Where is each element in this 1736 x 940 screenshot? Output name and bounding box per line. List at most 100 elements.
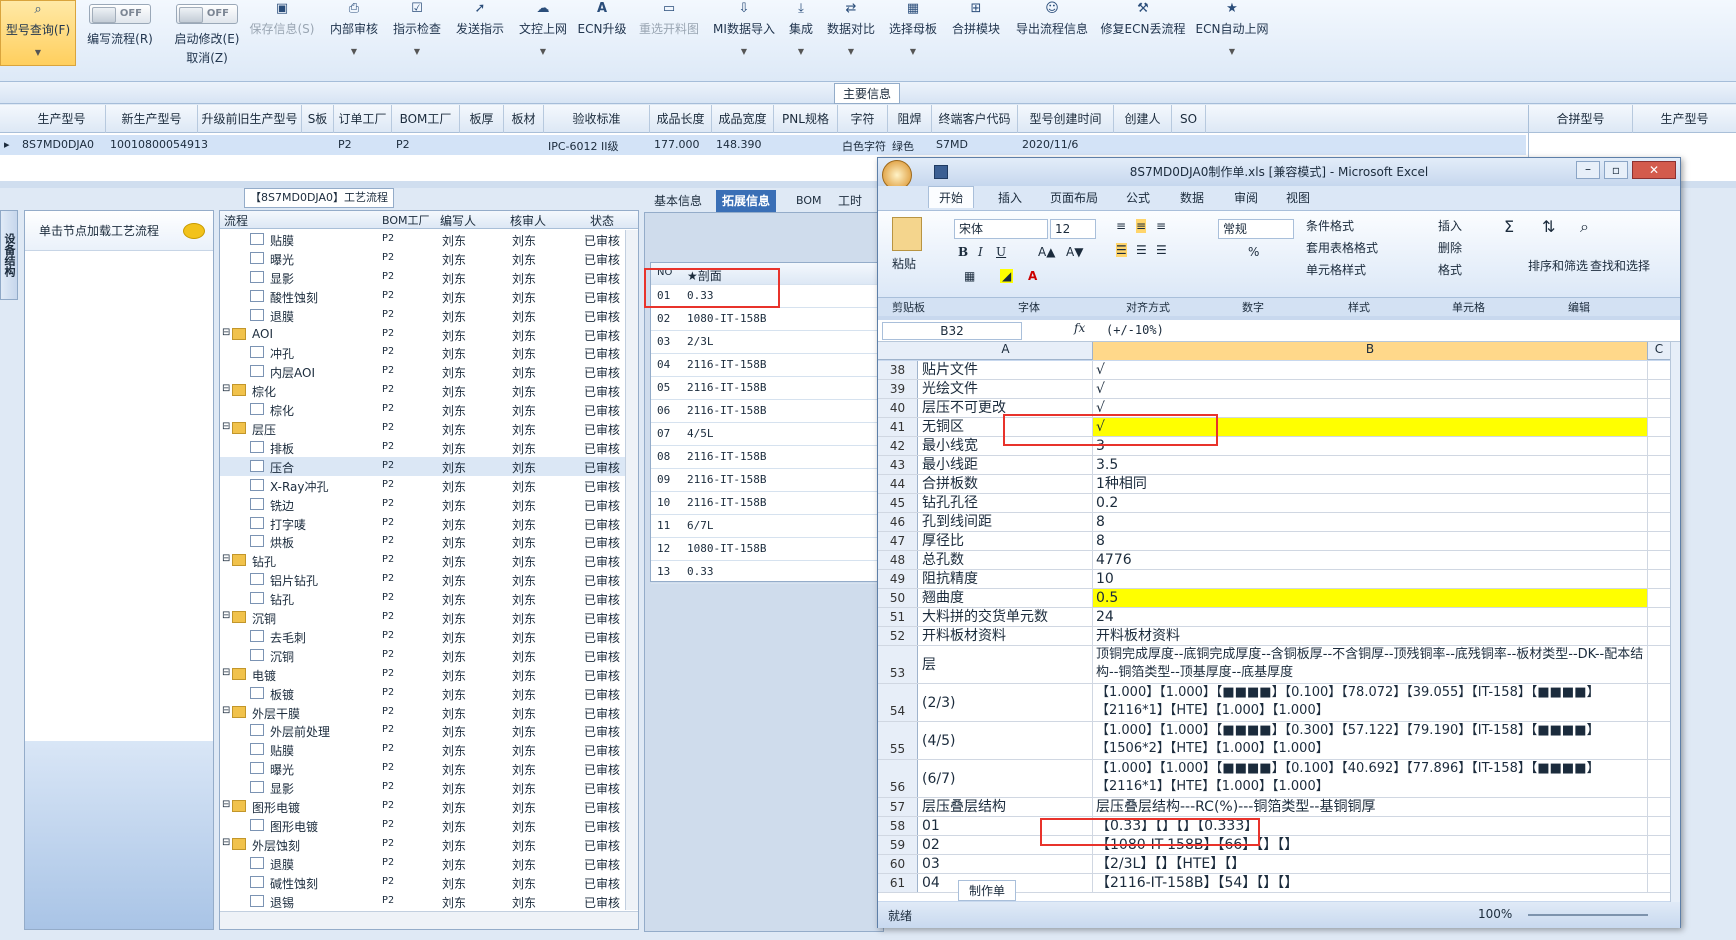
collapse-icon[interactable]: ⊟ bbox=[222, 421, 230, 432]
insert-cells-button[interactable]: 插入 bbox=[1438, 217, 1462, 234]
paste-icon[interactable] bbox=[892, 217, 922, 251]
tree-row[interactable]: ⊟ 钻孔 P2 刘东 刘东 已审核 bbox=[220, 551, 638, 570]
tree-row[interactable]: 曝光 P2 刘东 刘东 已审核 bbox=[220, 249, 638, 268]
cell-b[interactable]: 3 bbox=[1093, 437, 1648, 455]
number-format-select[interactable]: 常规 bbox=[1218, 219, 1294, 239]
row-number[interactable]: 60 bbox=[878, 855, 918, 873]
grid-header-16[interactable]: 创建人 bbox=[1114, 105, 1172, 133]
cell-b[interactable]: 24 bbox=[1093, 608, 1648, 626]
tree-row[interactable]: 退膜 P2 刘东 刘东 已审核 bbox=[220, 854, 638, 873]
cell-b[interactable]: 【1.000】【1.000】【■■■■】【0.100】【78.072】【39.0… bbox=[1093, 684, 1648, 721]
paste-button[interactable]: 粘贴 bbox=[892, 255, 916, 272]
column-header-a[interactable]: A bbox=[919, 342, 1093, 360]
row-number[interactable]: 42 bbox=[878, 437, 918, 455]
send-instruction-button[interactable]: ➚ 发送指示 bbox=[454, 0, 506, 66]
row-number[interactable]: 53 bbox=[878, 646, 918, 683]
row-number[interactable]: 39 bbox=[878, 380, 918, 398]
cell-a[interactable]: 总孔数 bbox=[919, 551, 1093, 569]
grid-header-5[interactable]: BOM工厂 bbox=[392, 105, 460, 133]
row-number[interactable]: 57 bbox=[878, 798, 918, 816]
tree-row[interactable]: ⊟ 层压 P2 刘东 刘东 已审核 bbox=[220, 419, 638, 438]
sort-filter-button[interactable]: 排序和筛选 bbox=[1528, 257, 1588, 274]
tree-scrollbar[interactable] bbox=[625, 230, 638, 910]
grid-header-4[interactable]: 订单工厂 bbox=[334, 105, 392, 133]
instruction-check-button[interactable]: ☑ 指示检查 ▼ bbox=[391, 0, 443, 66]
font-grow-button[interactable]: A▲ bbox=[1038, 245, 1055, 259]
tree-row[interactable]: 贴膜 P2 刘东 刘东 已审核 bbox=[220, 740, 638, 759]
cell-b[interactable]: 10 bbox=[1093, 570, 1648, 588]
row-number[interactable]: 58 bbox=[878, 817, 918, 835]
tree-row[interactable]: 打字唛 P2 刘东 刘东 已审核 bbox=[220, 514, 638, 533]
tree-row[interactable]: ⊟ 图形电镀 P2 刘东 刘东 已审核 bbox=[220, 797, 638, 816]
tree-row[interactable]: 贴膜 P2 刘东 刘东 已审核 bbox=[220, 230, 638, 249]
cell-a[interactable]: 03 bbox=[919, 855, 1093, 873]
row-number[interactable]: 47 bbox=[878, 532, 918, 550]
export-flow-button[interactable]: ☺ 导出流程信息 bbox=[1014, 0, 1090, 66]
cell-a[interactable]: (2/3) bbox=[919, 684, 1093, 721]
cell-a[interactable]: 贴片文件 bbox=[919, 361, 1093, 379]
format-cells-button[interactable]: 格式 bbox=[1438, 261, 1462, 278]
grid-header-17[interactable]: SO bbox=[1172, 105, 1206, 133]
minimize-icon[interactable]: – bbox=[1576, 161, 1600, 179]
cell-a[interactable]: 光绘文件 bbox=[919, 380, 1093, 398]
tree-row[interactable]: 显影 P2 刘东 刘东 已审核 bbox=[220, 268, 638, 287]
grid-header-10[interactable]: 成品宽度 bbox=[712, 105, 774, 133]
cell-b[interactable]: 8 bbox=[1093, 513, 1648, 531]
fx-icon[interactable]: fx bbox=[1074, 321, 1085, 335]
grid-cell-12[interactable]: 白色字符 bbox=[842, 138, 886, 154]
tree-row[interactable]: ⊟ 棕化 P2 刘东 刘东 已审核 bbox=[220, 381, 638, 400]
name-box[interactable]: B32 bbox=[882, 322, 1022, 340]
cell-b[interactable]: 0.2 bbox=[1093, 494, 1648, 512]
cell-b[interactable]: 【1.000】【1.000】【■■■■】【0.300】【57.122】【79.1… bbox=[1093, 722, 1648, 759]
maximize-icon[interactable]: ▫ bbox=[1604, 161, 1628, 179]
grid-header-9[interactable]: 成品长度 bbox=[650, 105, 712, 133]
cell-b[interactable]: 4776 bbox=[1093, 551, 1648, 569]
tree-hscrollbar[interactable] bbox=[220, 911, 638, 929]
fix-ecn-flow-button[interactable]: ⚒ 修复ECN丢流程 bbox=[1100, 0, 1186, 66]
row-number[interactable]: 48 bbox=[878, 551, 918, 569]
tree-row[interactable]: 棕化 P2 刘东 刘东 已审核 bbox=[220, 400, 638, 419]
sheet-scrollbar[interactable] bbox=[1670, 342, 1680, 902]
mi-import-button[interactable]: ⇩ MI数据导入 ▼ bbox=[712, 0, 776, 66]
cell-a[interactable]: 合拼板数 bbox=[919, 475, 1093, 493]
tree-row[interactable]: ⊟ 沉铜 P2 刘东 刘东 已审核 bbox=[220, 608, 638, 627]
tree-row[interactable]: 退膜 P2 刘东 刘东 已审核 bbox=[220, 306, 638, 325]
merge-module-button[interactable]: ⊞ 合拼模块 bbox=[951, 0, 1001, 66]
table-format-button[interactable]: 套用表格格式 bbox=[1306, 239, 1378, 256]
formula-input[interactable]: (+/-10%) bbox=[1106, 322, 1666, 340]
cell-b[interactable]: 【1080-IT-158B】【66】【】【】 bbox=[1093, 836, 1648, 854]
profile-row[interactable]: 03 2/3L bbox=[651, 331, 887, 354]
font-shrink-button[interactable]: A▼ bbox=[1066, 245, 1083, 259]
align-right-button[interactable]: ☰ bbox=[1156, 243, 1167, 257]
grid-header-8[interactable]: 验收标准 bbox=[544, 105, 650, 133]
row-number[interactable]: 38 bbox=[878, 361, 918, 379]
fill-color-button[interactable]: ◢ bbox=[1000, 269, 1014, 283]
row-number[interactable]: 50 bbox=[878, 589, 918, 607]
cell-b[interactable]: √ bbox=[1093, 361, 1648, 379]
tree-row[interactable]: 显影 P2 刘东 刘东 已审核 bbox=[220, 778, 638, 797]
profile-row[interactable]: 10 2116-IT-158B bbox=[651, 492, 887, 515]
find-select-button[interactable]: 查找和选择 bbox=[1590, 257, 1650, 274]
tab-data[interactable]: 数据 bbox=[1180, 189, 1204, 206]
cell-b[interactable]: 开料板材资料 bbox=[1093, 627, 1648, 645]
cell-b[interactable]: 3.5 bbox=[1093, 456, 1648, 474]
row-number[interactable]: 51 bbox=[878, 608, 918, 626]
table-row[interactable]: 8S7MD0DJA0 10010800054913 P2 P2 IPC-6012 II级… bbox=[0, 135, 1526, 155]
data-compare-button[interactable]: ⇄ 数据对比 ▼ bbox=[826, 0, 876, 66]
tree-row[interactable]: 铣边 P2 刘东 刘东 已审核 bbox=[220, 495, 638, 514]
collapse-icon[interactable]: ⊟ bbox=[222, 383, 230, 394]
row-number[interactable]: 56 bbox=[878, 760, 918, 797]
cell-a[interactable]: 翘曲度 bbox=[919, 589, 1093, 607]
conditional-format-button[interactable]: 条件格式 bbox=[1306, 217, 1354, 234]
row-number[interactable]: 44 bbox=[878, 475, 918, 493]
cell-a[interactable]: 阻抗精度 bbox=[919, 570, 1093, 588]
tree-row[interactable]: ⊟ AOI P2 刘东 刘东 已审核 bbox=[220, 325, 638, 344]
profile-row[interactable]: 13 0.33 bbox=[651, 561, 887, 584]
grid-cell-14[interactable]: S7MD bbox=[936, 138, 968, 151]
reselect-cutting-button[interactable]: ▭ 重选开料图 bbox=[637, 0, 701, 66]
cell-a[interactable]: (4/5) bbox=[919, 722, 1093, 759]
tree-row[interactable]: 烘板 P2 刘东 刘东 已审核 bbox=[220, 532, 638, 551]
percent-button[interactable]: % bbox=[1248, 245, 1259, 259]
profile-row[interactable]: 11 6/7L bbox=[651, 515, 887, 538]
row-number[interactable]: 52 bbox=[878, 627, 918, 645]
